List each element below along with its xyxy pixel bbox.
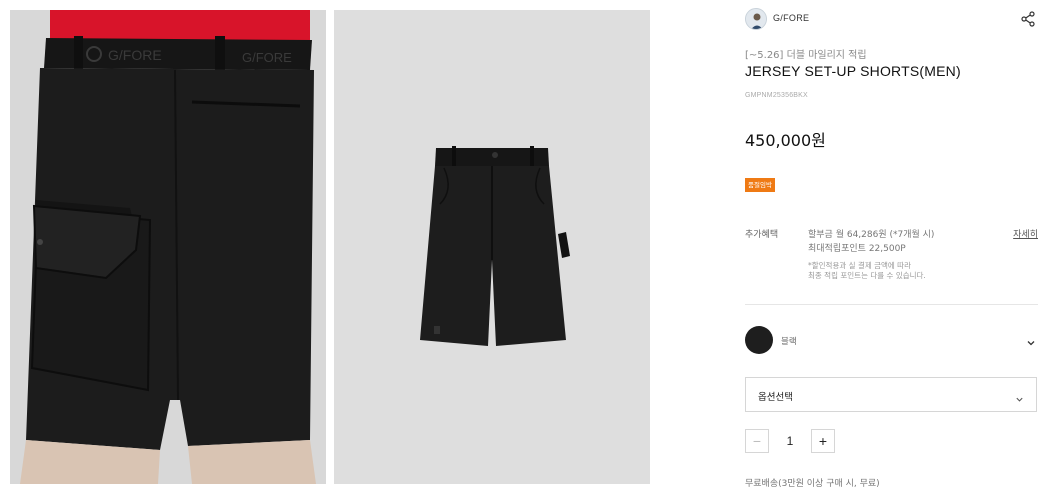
benefits-detail-link[interactable]: 자세히 <box>1013 227 1038 240</box>
benefits-label: 추가혜택 <box>745 230 779 240</box>
brand-name[interactable]: G/FORE <box>773 13 809 23</box>
max-points-info: 최대적립포인트 22,500P <box>808 244 906 254</box>
quantity-value[interactable]: 1 <box>769 429 811 453</box>
model-back-photo: G/FORE G/FORE <box>10 10 326 484</box>
product-image-secondary[interactable] <box>334 10 650 484</box>
share-icon[interactable] <box>1020 11 1036 27</box>
brand-avatar[interactable] <box>745 8 767 30</box>
divider <box>745 304 1038 305</box>
product-info-panel: G/FORE [~5.26] 더블 마일리지 적립 JERSEY SET-UP … <box>745 0 1038 495</box>
promo-text: [~5.26] 더블 마일리지 적립 <box>745 50 867 61</box>
quantity-increase-button[interactable]: + <box>811 429 835 453</box>
color-name: 블랙 <box>781 337 797 347</box>
waistband-logo: G/FORE <box>108 47 162 63</box>
quantity-decrease-button[interactable]: − <box>745 429 769 453</box>
color-swatch[interactable] <box>745 326 773 354</box>
shipping-info: 무료배송(3만원 이상 구매 시, 무료) <box>745 479 880 489</box>
svg-text:G/FORE: G/FORE <box>242 50 292 65</box>
quantity-stepper: − 1 + <box>745 429 835 453</box>
option-select[interactable]: 옵션선택 <box>745 377 1037 412</box>
chevron-down-icon[interactable] <box>1026 335 1036 346</box>
installment-info: 할부금 월 64,286원 (*7개월 시) <box>808 230 935 240</box>
status-badge: 품절임박 <box>745 178 775 192</box>
option-select-label: 옵션선택 <box>758 392 793 403</box>
product-price: 450,000원 <box>745 131 826 150</box>
brand-row: G/FORE <box>745 8 1038 32</box>
color-selector[interactable]: 블랙 <box>745 326 1038 356</box>
product-image-main[interactable]: G/FORE G/FORE <box>10 10 326 484</box>
product-page: G/FORE G/FORE G/FORE [~5.26] 더블 마일리지 적립 … <box>0 0 1043 495</box>
product-title: JERSEY SET-UP SHORTS(MEN) <box>745 63 961 79</box>
points-note-line2: 최종 적립 포인트는 다를 수 있습니다. <box>808 271 926 280</box>
product-sku: GMPNM25356BKX <box>745 92 808 99</box>
product-flat-photo <box>334 10 650 484</box>
chevron-down-icon <box>1015 391 1024 402</box>
